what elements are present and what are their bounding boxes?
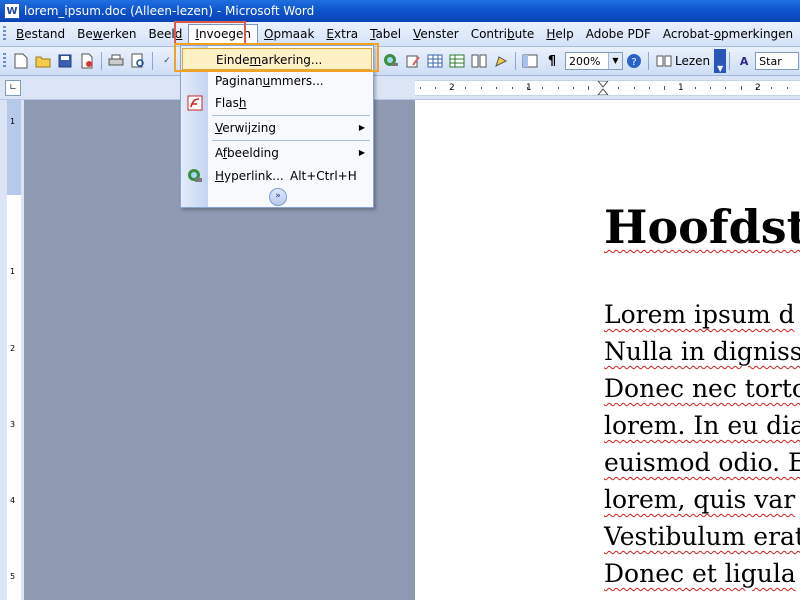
style-value: Star xyxy=(759,55,782,68)
menu-acrobat-opmerkingen[interactable]: Acrobat-opmerkingen xyxy=(657,24,799,44)
ruler-label: 1 xyxy=(678,83,684,93)
read-book-icon xyxy=(656,55,672,67)
expand-menu-icon[interactable]: » xyxy=(269,188,287,206)
help-icon[interactable]: ? xyxy=(624,51,644,71)
body-line: Donec et ligula xyxy=(604,559,796,588)
menu-item-verwijzing[interactable]: Verwijzing ▶ xyxy=(181,117,373,139)
menu-item-label: Afbeelding xyxy=(215,146,279,160)
toolbar-separator xyxy=(648,52,649,70)
body-line: Nulla in digniss xyxy=(604,337,800,366)
vertical-ruler-margin xyxy=(7,100,21,195)
menu-tabel[interactable]: Tabel xyxy=(364,24,407,44)
invoegen-dropdown-menu: Eindemarkering... Paginanummers... Flash… xyxy=(180,45,374,208)
hyperlink-icon xyxy=(187,168,203,184)
menu-item-hyperlink[interactable]: Hyperlink... Alt+Ctrl+H xyxy=(181,165,373,187)
menu-item-label: Flash xyxy=(215,96,247,110)
menu-beeld[interactable]: Beeld xyxy=(142,24,188,44)
svg-text:?: ? xyxy=(631,57,636,68)
menu-help[interactable]: Help xyxy=(540,24,579,44)
submenu-arrow-icon: ▶ xyxy=(358,123,365,132)
drawing-toggle-icon[interactable] xyxy=(491,51,511,71)
menu-extra[interactable]: Extra xyxy=(320,24,364,44)
vertical-ruler[interactable]: 1 1 2 3 4 5 xyxy=(7,100,21,600)
styles-icon[interactable]: A xyxy=(734,51,754,71)
menubar-grip[interactable] xyxy=(3,26,6,42)
save-icon[interactable] xyxy=(55,51,75,71)
zoom-value: 200% xyxy=(569,55,601,68)
toolbar-options-icon[interactable]: ▼ xyxy=(714,49,727,73)
ruler-label: 1 xyxy=(10,117,16,126)
menu-separator xyxy=(212,115,370,116)
menu-opmaak[interactable]: Opmaak xyxy=(258,24,320,44)
columns-icon[interactable] xyxy=(469,51,489,71)
body-line: Lorem ipsum d xyxy=(604,300,795,329)
menu-item-label: Verwijzing xyxy=(215,121,276,135)
menu-bar: Bestand Bewerken Beeld Invoegen Opmaak E… xyxy=(0,22,800,47)
chevron-down-icon[interactable]: ▼ xyxy=(608,53,622,69)
body-line: Donec nec torto xyxy=(604,374,800,403)
toolbar-separator xyxy=(152,52,153,70)
menu-item-flash[interactable]: Flash xyxy=(181,92,373,114)
menu-item-afbeelding[interactable]: Afbeelding ▶ xyxy=(181,142,373,164)
toolbar-separator xyxy=(101,52,102,70)
horizontal-ruler-ticks xyxy=(420,80,788,96)
menu-item-label: Paginanummers... xyxy=(215,74,324,88)
body-line: lorem, quis var xyxy=(604,485,796,514)
menu-item-shortcut: Alt+Ctrl+H xyxy=(290,169,357,183)
open-folder-icon[interactable] xyxy=(33,51,53,71)
horizontal-ruler[interactable]: 2 1 1 2 xyxy=(415,80,800,96)
menu-item-eindemarkering[interactable]: Eindemarkering... xyxy=(182,48,372,70)
style-select[interactable]: Star xyxy=(755,52,800,70)
ruler-label: 3 xyxy=(10,420,16,429)
menu-bestand[interactable]: Bestand xyxy=(10,24,71,44)
spelling-icon[interactable]: ✓ xyxy=(157,51,177,71)
body-line: Vestibulum erat xyxy=(604,522,800,551)
ruler-label: 2 xyxy=(10,344,16,353)
document-heading: Hoofdstu xyxy=(604,200,800,254)
window-title: lorem_ipsum.doc (Alleen-lezen) - Microso… xyxy=(24,4,315,18)
submenu-arrow-icon: ▶ xyxy=(358,148,365,157)
toolbar-separator xyxy=(515,52,516,70)
lezen-label: Lezen xyxy=(675,54,711,68)
tab-selector[interactable]: ∟ xyxy=(5,80,21,96)
menu-venster[interactable]: Venster xyxy=(407,24,465,44)
menu-item-label: Hyperlink... xyxy=(215,169,284,183)
body-line: euismod odio. E xyxy=(604,448,800,477)
document-map-icon[interactable] xyxy=(520,51,540,71)
menu-separator xyxy=(212,140,370,141)
body-line: lorem. In eu dia xyxy=(604,411,800,440)
document-page[interactable]: Hoofdstu Lorem ipsum d Nulla in digniss … xyxy=(415,100,800,600)
title-bar: W lorem_ipsum.doc (Alleen-lezen) - Micro… xyxy=(0,0,800,22)
hyperlink-toolbar-icon[interactable] xyxy=(381,51,401,71)
ruler-label: 4 xyxy=(10,496,16,505)
toolbar-grip[interactable] xyxy=(3,53,6,69)
standard-toolbar: ✓ ¶ 200% ▼ ? Lezen ▼ A Star xyxy=(0,47,800,76)
drawing-icon[interactable] xyxy=(403,51,423,71)
insert-table-icon[interactable] xyxy=(425,51,445,71)
flash-icon xyxy=(187,95,203,111)
insert-excel-icon[interactable] xyxy=(447,51,467,71)
lezen-button[interactable]: Lezen xyxy=(652,54,714,68)
ruler-label: 1 xyxy=(526,83,532,93)
menu-contribute[interactable]: Contribute xyxy=(465,24,541,44)
menu-bewerken[interactable]: Bewerken xyxy=(71,24,142,44)
menu-item-label: Eindemarkering... xyxy=(216,53,323,67)
print-icon[interactable] xyxy=(106,51,126,71)
ruler-label: 2 xyxy=(755,83,761,93)
word-app-icon: W xyxy=(4,3,20,19)
toolbar-separator xyxy=(729,52,731,70)
menu-invoegen[interactable]: Invoegen xyxy=(188,24,258,44)
ruler-label: 1 xyxy=(10,267,16,276)
print-preview-icon[interactable] xyxy=(128,51,148,71)
ruler-label: 5 xyxy=(10,572,16,581)
new-document-icon[interactable] xyxy=(11,51,31,71)
document-body: Lorem ipsum d Nulla in digniss Donec nec… xyxy=(604,296,800,592)
zoom-select[interactable]: 200% ▼ xyxy=(565,52,623,70)
menu-item-paginanummers[interactable]: Paginanummers... xyxy=(181,70,373,92)
show-hide-formatting-icon[interactable]: ¶ xyxy=(542,51,562,71)
ruler-label: 2 xyxy=(449,83,455,93)
permission-icon[interactable] xyxy=(77,51,97,71)
menu-adobe-pdf[interactable]: Adobe PDF xyxy=(580,24,657,44)
menu-label: estand xyxy=(24,27,66,41)
